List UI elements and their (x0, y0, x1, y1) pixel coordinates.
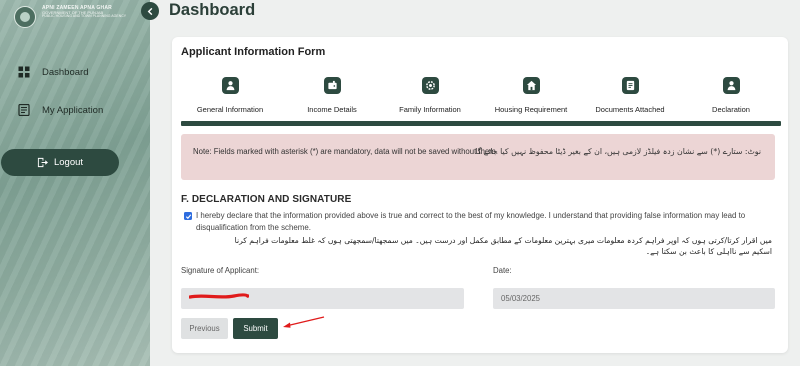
government-seal-icon (14, 6, 36, 28)
application-icon (18, 104, 30, 116)
home-icon (522, 77, 540, 94)
signature-field[interactable] (181, 288, 464, 309)
applicant-form-card: Applicant Information Form General Infor… (172, 37, 788, 353)
signature-label: Signature of Applicant: (181, 266, 260, 275)
section-title: F. DECLARATION AND SIGNATURE (181, 194, 352, 205)
step-documents-attached[interactable]: Documents Attached (575, 77, 685, 114)
sidebar-item-my-application[interactable]: My Application (18, 104, 103, 116)
redacted-signature-mark (189, 293, 249, 299)
sidebar-item-label: Dashboard (42, 66, 89, 78)
step-label: Declaration (712, 105, 750, 114)
annotation-arrow-icon (283, 316, 325, 328)
step-family-information[interactable]: Family Information (375, 77, 485, 114)
form-steps: General Information Income Details Famil… (172, 77, 788, 117)
step-label: Income Details (307, 105, 357, 114)
submit-button[interactable]: Submit (233, 318, 278, 339)
logout-icon (37, 157, 48, 168)
document-icon (621, 77, 639, 94)
step-label: Documents Attached (595, 105, 665, 114)
date-field[interactable]: 05/03/2025 (493, 288, 775, 309)
chevron-left-icon (147, 7, 152, 15)
user-icon (722, 77, 740, 94)
sidebar: APNI ZAMEEN APNA GHAR GOVERNMENT OF THE … (0, 0, 150, 366)
logout-label: Logout (53, 157, 84, 168)
step-label: General Information (196, 105, 264, 114)
form-progress-bar (181, 121, 781, 126)
brand-logo: APNI ZAMEEN APNA GHAR GOVERNMENT OF THE … (14, 5, 127, 28)
brand-line-3: PUBLIC HOUSING AND TOWN PLANNING AGENCY (42, 14, 127, 19)
mandatory-fields-note: Note: Fields marked with asterisk (*) ar… (181, 134, 775, 180)
checkmark-icon (185, 213, 191, 219)
wallet-icon (323, 77, 341, 94)
logout-button[interactable]: Logout (1, 149, 119, 176)
declaration-checkbox[interactable] (184, 212, 192, 220)
user-icon (221, 77, 239, 94)
declaration-text-english: I hereby declare that the information pr… (196, 211, 746, 232)
page-title: Dashboard (169, 1, 256, 19)
step-label: Family Information (399, 105, 461, 114)
form-title: Applicant Information Form (181, 46, 326, 58)
previous-button[interactable]: Previous (181, 318, 228, 339)
sidebar-item-label: My Application (42, 104, 104, 116)
family-icon (421, 77, 439, 94)
declaration-text-urdu: میں اقرار کرتا/کرتی ہوں کہ اوپر فراہم کر… (234, 236, 772, 256)
dashboard-icon (18, 66, 30, 78)
date-label: Date: (493, 266, 512, 275)
step-general-information[interactable]: General Information (175, 77, 285, 114)
note-urdu: نوٹ: ستارے (*) سے نشان زدہ فیلڈز لازمی ہ… (475, 147, 761, 156)
step-housing-requirement[interactable]: Housing Requirement (476, 77, 586, 114)
step-declaration[interactable]: Declaration (676, 77, 786, 114)
step-income-details[interactable]: Income Details (277, 77, 387, 114)
sidebar-collapse-button[interactable] (141, 2, 159, 20)
sidebar-item-dashboard[interactable]: Dashboard (18, 66, 88, 78)
step-label: Housing Requirement (494, 105, 568, 114)
